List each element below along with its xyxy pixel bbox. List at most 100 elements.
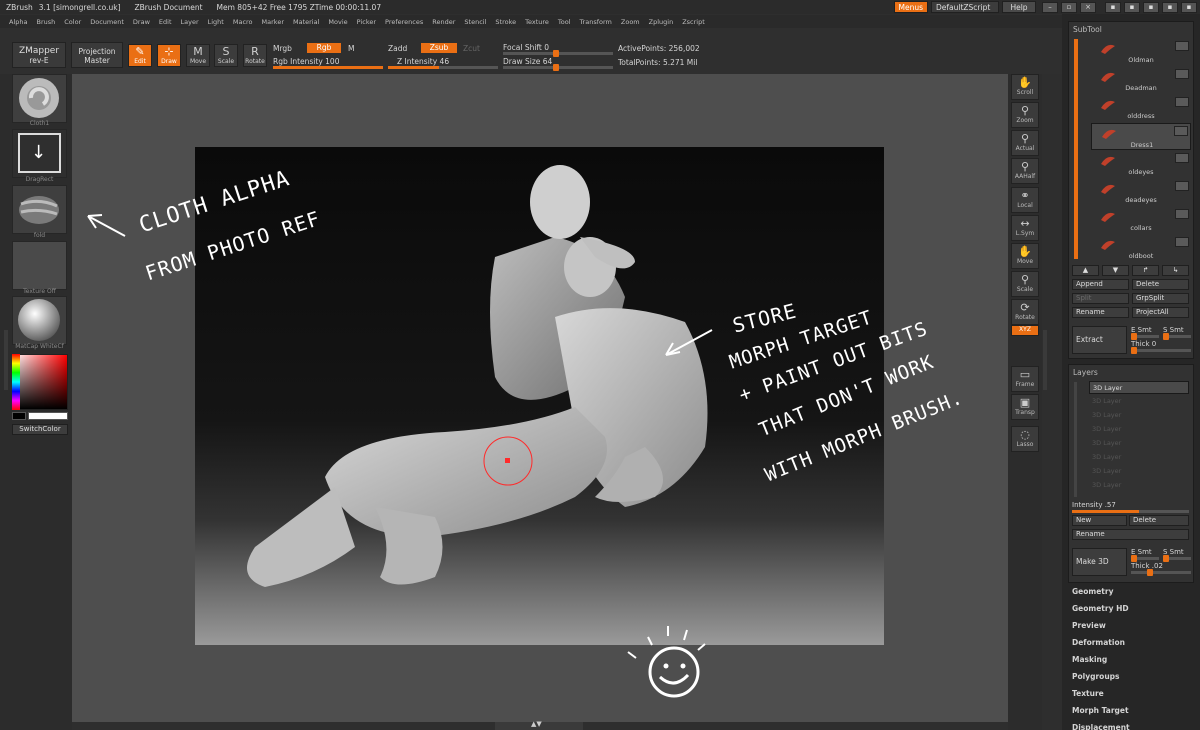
move-down-button[interactable]: ▼ [1102,265,1129,276]
layer-item[interactable]: 3D Layer [1089,479,1189,492]
aahalf-icon: ⚲ [1020,160,1030,173]
split-button[interactable]: Split [1072,293,1129,304]
shelf-transp-button[interactable]: ▣ Transp [1011,394,1039,420]
subtool-header[interactable]: SubTool [1073,25,1102,34]
subtool-thumb-icon [1101,100,1115,110]
visibility-eye-icon[interactable] [1175,237,1189,247]
tool-menu-displacement[interactable]: Displacement [1072,723,1130,730]
rotate-icon: ⟳ [1020,301,1030,314]
scroll-arrows-icon: ▲▼ [531,720,542,728]
subtool-item[interactable]: deadeyes [1091,179,1191,206]
tool-menu-masking[interactable]: Masking [1072,655,1107,664]
shelf-label: XYZ [1019,326,1031,333]
tool-menu-morph-target[interactable]: Morph Target [1072,706,1129,715]
visibility-eye-icon[interactable] [1174,126,1188,136]
layer-item[interactable]: 3D Layer [1089,409,1189,422]
layers-scrollbar[interactable] [1074,382,1077,497]
subtool-item[interactable]: Deadman [1091,67,1191,94]
subtool-scrollbar[interactable] [1074,39,1078,259]
visibility-eye-icon[interactable] [1175,41,1189,51]
shelf-local-button[interactable]: ⚭ Local [1011,187,1039,213]
layer-item[interactable]: 3D Layer [1089,437,1189,450]
layer-item[interactable]: 3D Layer [1089,465,1189,478]
subtool-section: SubTool Oldman Deadman olddress Dress1 oldey… [1068,21,1194,359]
subtool-item-label: oldeyes [1128,168,1154,176]
frame-icon: ▭ [1019,368,1031,381]
tool-menu-deformation[interactable]: Deformation [1072,638,1125,647]
layer-e-smt-slider[interactable] [1131,555,1159,562]
extract-e-smt-slider[interactable] [1131,333,1159,340]
tool-menu-geometry-hd[interactable]: Geometry HD [1072,604,1129,613]
layer-item[interactable]: 3D Layer [1089,395,1189,408]
visibility-eye-icon[interactable] [1175,181,1189,191]
extract-thick-slider[interactable] [1131,347,1191,354]
move-up-button[interactable]: ▲ [1072,265,1099,276]
hand-icon: ✋ [1018,76,1032,89]
shelf-scroll-button[interactable]: ✋ Scroll [1011,74,1039,100]
subtool-item[interactable]: Dress1 [1091,123,1191,150]
shelf-actual-button[interactable]: ⚲ Actual [1011,130,1039,156]
shelf-move-button[interactable]: ✋ Move [1011,243,1039,269]
shelf-aahalf-button[interactable]: ⚲ AAHalf [1011,158,1039,184]
shelf-zoom-button[interactable]: ⚲ Zoom [1011,102,1039,128]
subtool-thumb-icon [1101,212,1115,222]
delete-subtool-button[interactable]: Delete [1132,279,1189,290]
grpsplit-button[interactable]: GrpSplit [1132,293,1189,304]
shelf-xyz-button[interactable]: XYZ [1011,325,1039,336]
canvas-scroll-handle[interactable]: ▲▼ [495,720,583,730]
shelf-label: Lasso [1016,441,1034,448]
tool-menu-preview[interactable]: Preview [1072,621,1106,630]
layers-section: Layers 3D Layer 3D Layer 3D Layer 3D Layer 3… [1068,364,1194,583]
rename-subtool-button[interactable]: Rename [1072,307,1129,318]
right-tray: SubTool Oldman Deadman olddress Dress1 oldey… [1062,14,1200,730]
insert-down-button[interactable]: ↳ [1162,265,1189,276]
shelf-label: Scroll [1016,89,1034,96]
shelf-label: Transp [1015,409,1035,416]
layer-item[interactable]: 3D Layer [1089,451,1189,464]
visibility-eye-icon[interactable] [1175,209,1189,219]
visibility-eye-icon[interactable] [1175,69,1189,79]
subtool-item[interactable]: Oldman [1091,39,1191,66]
insert-up-button[interactable]: ↱ [1132,265,1159,276]
layer-thick-slider[interactable] [1131,569,1191,576]
subtool-thumb-icon [1101,156,1115,166]
tool-menu-geometry[interactable]: Geometry [1072,587,1113,596]
subtool-item-label: Dress1 [1130,141,1154,149]
shelf-label: AAHalf [1014,173,1036,180]
subtool-thumb-icon [1101,44,1115,54]
subtool-item[interactable]: olddress [1091,95,1191,122]
layer-intensity-label: Intensity .57 [1072,501,1116,509]
make-3d-button[interactable]: Make 3D [1072,548,1127,576]
subtool-item[interactable]: oldboot [1091,235,1191,262]
delete-layer-button[interactable]: Delete [1129,515,1189,526]
visibility-eye-icon[interactable] [1175,97,1189,107]
subtool-item[interactable]: collars [1091,207,1191,234]
left-tray-splitter[interactable] [4,330,8,390]
layer-s-smt-slider[interactable] [1163,555,1191,562]
visibility-eye-icon[interactable] [1175,153,1189,163]
projectall-button[interactable]: ProjectAll [1132,307,1189,318]
arrow-left-icon [87,214,126,237]
rename-layer-button[interactable]: Rename [1072,529,1189,540]
extract-s-smt-slider[interactable] [1163,333,1191,340]
shelf-rotate-button[interactable]: ⟳ Rotate [1011,299,1039,325]
layer-item[interactable]: 3D Layer [1089,423,1189,436]
subtool-item-label: oldboot [1128,252,1154,260]
tool-menu-texture[interactable]: Texture [1072,689,1104,698]
shelf-lsym-button[interactable]: ↔ L.Sym [1011,215,1039,241]
shelf-label: Local [1017,202,1033,209]
shelf-frame-button[interactable]: ▭ Frame [1011,366,1039,392]
layer-intensity-slider[interactable] [1072,510,1189,513]
right-tray-splitter[interactable] [1043,330,1047,390]
extract-button[interactable]: Extract [1072,326,1127,354]
shelf-scale-button[interactable]: ⚲ Scale [1011,271,1039,297]
layers-header[interactable]: Layers [1073,368,1098,377]
shelf-lasso-button[interactable]: ◌ Lasso [1011,426,1039,452]
tool-menu-polygroups[interactable]: Polygroups [1072,672,1120,681]
append-button[interactable]: Append [1072,279,1129,290]
new-layer-button[interactable]: New [1072,515,1127,526]
lasso-icon: ◌ [1020,428,1030,441]
subtool-item[interactable]: oldeyes [1091,151,1191,178]
layer-item[interactable]: 3D Layer [1089,381,1189,394]
actual-icon: ⚲ [1020,132,1030,145]
